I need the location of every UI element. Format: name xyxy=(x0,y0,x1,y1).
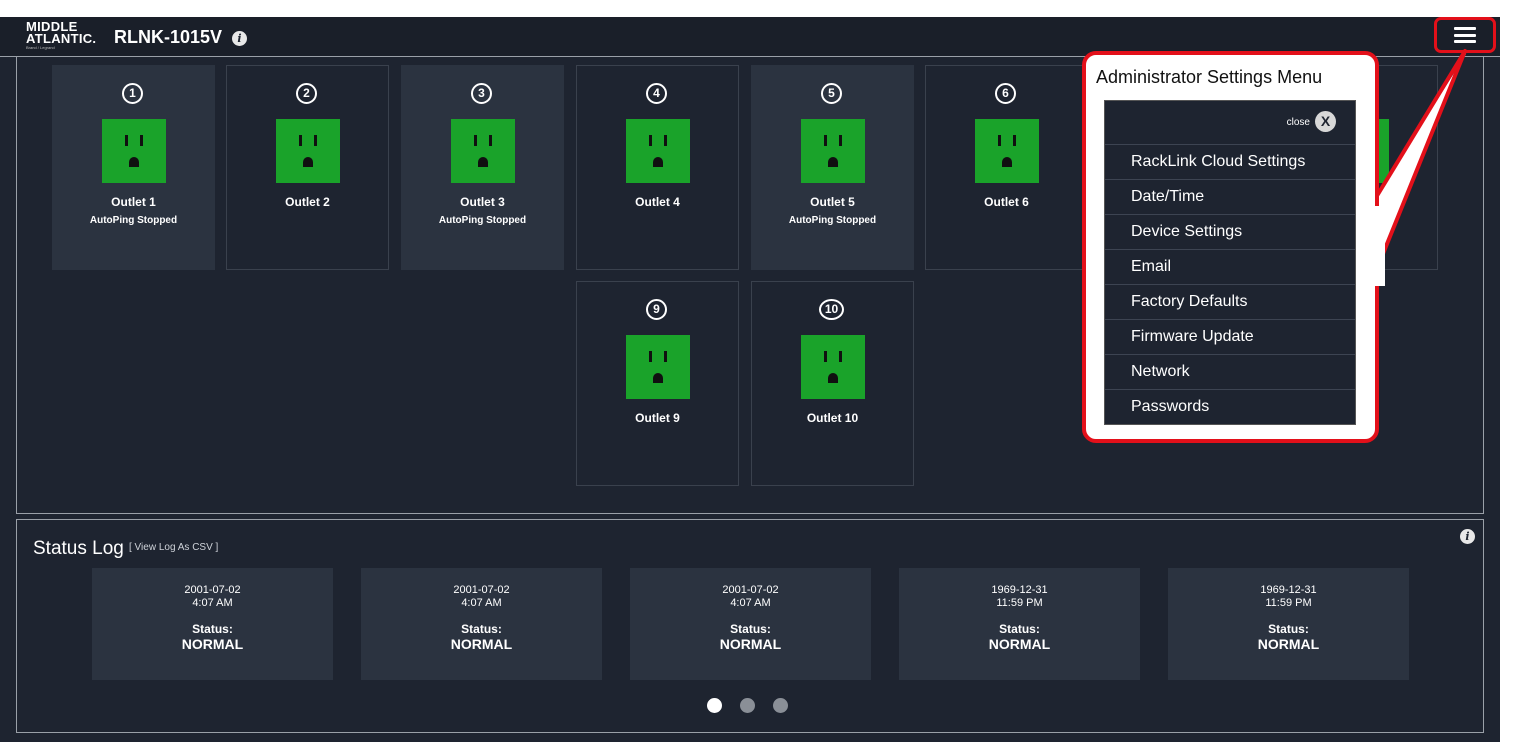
outlet-socket-icon[interactable] xyxy=(801,119,865,183)
outlet-tile-9[interactable]: 9 Outlet 9 xyxy=(576,281,739,486)
outlet-socket-icon[interactable] xyxy=(102,119,166,183)
carousel-dot-1[interactable] xyxy=(707,698,722,713)
carousel-dot-2[interactable] xyxy=(740,698,755,713)
log-status-value: NORMAL xyxy=(1257,636,1320,652)
log-date: 2001-07-02 xyxy=(184,584,241,596)
outlet-name: Outlet 3 xyxy=(460,195,505,209)
outlet-tile-10[interactable]: 10 Outlet 10 xyxy=(751,281,914,486)
outlet-name: Outlet 1 xyxy=(111,195,156,209)
menu-item-racklink-cloud-settings[interactable]: RackLink Cloud Settings xyxy=(1105,145,1355,180)
menu-item-device-settings[interactable]: Device Settings xyxy=(1105,215,1355,250)
log-date: 2001-07-02 xyxy=(453,584,510,596)
callout-joint xyxy=(1373,206,1385,286)
outlet-number-badge: 3 xyxy=(471,83,492,104)
log-date: 1969-12-31 xyxy=(991,584,1048,596)
log-time: 11:59 PM xyxy=(996,597,1043,609)
hamburger-icon[interactable] xyxy=(1454,27,1476,43)
menu-item-network[interactable]: Network xyxy=(1105,355,1355,390)
carousel-pagination xyxy=(707,698,788,713)
callout-title: Administrator Settings Menu xyxy=(1096,67,1323,87)
menu-item-firmware-update[interactable]: Firmware Update xyxy=(1105,320,1355,355)
log-time: 4:07 AM xyxy=(461,597,502,609)
outlet-name: Outlet 4 xyxy=(635,195,680,209)
log-entry-card: 2001-07-02 4:07 AM Status: NORMAL xyxy=(630,568,871,680)
status-log-title: Status Log xyxy=(33,538,124,559)
outlet-tile-2[interactable]: 2 Outlet 2 xyxy=(226,65,389,270)
outlet-number-badge: 6 xyxy=(995,83,1016,104)
outlet-name: Outlet 10 xyxy=(806,411,859,425)
menu-close-row: close X xyxy=(1105,101,1355,145)
view-log-csv-link[interactable]: [ View Log As CSV ] xyxy=(129,542,218,553)
outlet-number-badge: 10 xyxy=(819,299,844,320)
menu-item-passwords[interactable]: Passwords xyxy=(1105,390,1355,425)
log-status-label: Status: xyxy=(730,622,771,636)
outlet-number-badge: 4 xyxy=(646,83,667,104)
outlet-number-badge: 9 xyxy=(646,299,667,320)
logo-line-2: ATLANTIC. xyxy=(26,31,97,46)
device-info-icon[interactable]: i xyxy=(232,31,247,46)
brand-logo: MIDDLE ATLANTIC. Brand / Legrand xyxy=(26,20,97,50)
status-log-info-icon[interactable]: i xyxy=(1460,529,1475,544)
outlet-number-badge: 5 xyxy=(821,83,842,104)
close-label[interactable]: close xyxy=(1287,117,1310,128)
menu-item-date-time[interactable]: Date/Time xyxy=(1105,180,1355,215)
outlet-status: AutoPing Stopped xyxy=(788,215,877,226)
log-status-value: NORMAL xyxy=(181,636,244,652)
outlet-socket-icon[interactable] xyxy=(276,119,340,183)
log-entry-card: 2001-07-02 4:07 AM Status: NORMAL xyxy=(361,568,602,680)
outlet-status: AutoPing Stopped xyxy=(89,215,178,226)
admin-settings-menu: close X RackLink Cloud Settings Date/Tim… xyxy=(1104,100,1356,425)
log-status-label: Status: xyxy=(192,622,233,636)
log-status-value: NORMAL xyxy=(719,636,782,652)
log-entry-card: 1969-12-31 11:59 PM Status: NORMAL xyxy=(1168,568,1409,680)
log-status-value: NORMAL xyxy=(988,636,1051,652)
outlet-number-badge: 2 xyxy=(296,83,317,104)
status-log-panel: Status Log [ View Log As CSV ] i 2001-07… xyxy=(16,519,1484,733)
outlet-socket-icon[interactable] xyxy=(451,119,515,183)
log-status-label: Status: xyxy=(999,622,1040,636)
log-status-label: Status: xyxy=(1268,622,1309,636)
outlet-socket-icon[interactable] xyxy=(801,335,865,399)
carousel-dot-3[interactable] xyxy=(773,698,788,713)
log-entry-card: 2001-07-02 4:07 AM Status: NORMAL xyxy=(92,568,333,680)
outlet-socket-icon[interactable] xyxy=(626,335,690,399)
menu-item-email[interactable]: Email xyxy=(1105,250,1355,285)
menu-item-factory-defaults[interactable]: Factory Defaults xyxy=(1105,285,1355,320)
log-time: 11:59 PM xyxy=(1265,597,1312,609)
log-entry-card: 1969-12-31 11:59 PM Status: NORMAL xyxy=(899,568,1140,680)
log-time: 4:07 AM xyxy=(192,597,233,609)
outlet-tile-5[interactable]: 5 Outlet 5 AutoPing Stopped xyxy=(751,65,914,270)
outlet-tile-6[interactable]: 6 Outlet 6 xyxy=(925,65,1088,270)
log-time: 4:07 AM xyxy=(730,597,771,609)
outlet-tile-3[interactable]: 3 Outlet 3 AutoPing Stopped xyxy=(401,65,564,270)
outlet-name: Outlet 6 xyxy=(984,195,1029,209)
outlet-tile-4[interactable]: 4 Outlet 4 xyxy=(576,65,739,270)
outlet-name: Outlet 5 xyxy=(810,195,855,209)
outlet-name: Outlet 2 xyxy=(285,195,330,209)
outlet-status: AutoPing Stopped xyxy=(438,215,527,226)
outlet-socket-icon[interactable] xyxy=(975,119,1039,183)
close-icon[interactable]: X xyxy=(1315,111,1336,132)
outlet-tile-1[interactable]: 1 Outlet 1 AutoPing Stopped xyxy=(52,65,215,270)
outlet-name: Outlet 9 xyxy=(635,411,680,425)
outlet-number-badge: 1 xyxy=(122,83,143,104)
log-date: 2001-07-02 xyxy=(722,584,779,596)
menu-button-highlight xyxy=(1434,17,1496,53)
device-model-title: RLNK-1015V xyxy=(114,27,223,47)
log-status-label: Status: xyxy=(461,622,502,636)
log-status-value: NORMAL xyxy=(450,636,513,652)
outlet-socket-icon[interactable] xyxy=(626,119,690,183)
log-date: 1969-12-31 xyxy=(1260,584,1317,596)
